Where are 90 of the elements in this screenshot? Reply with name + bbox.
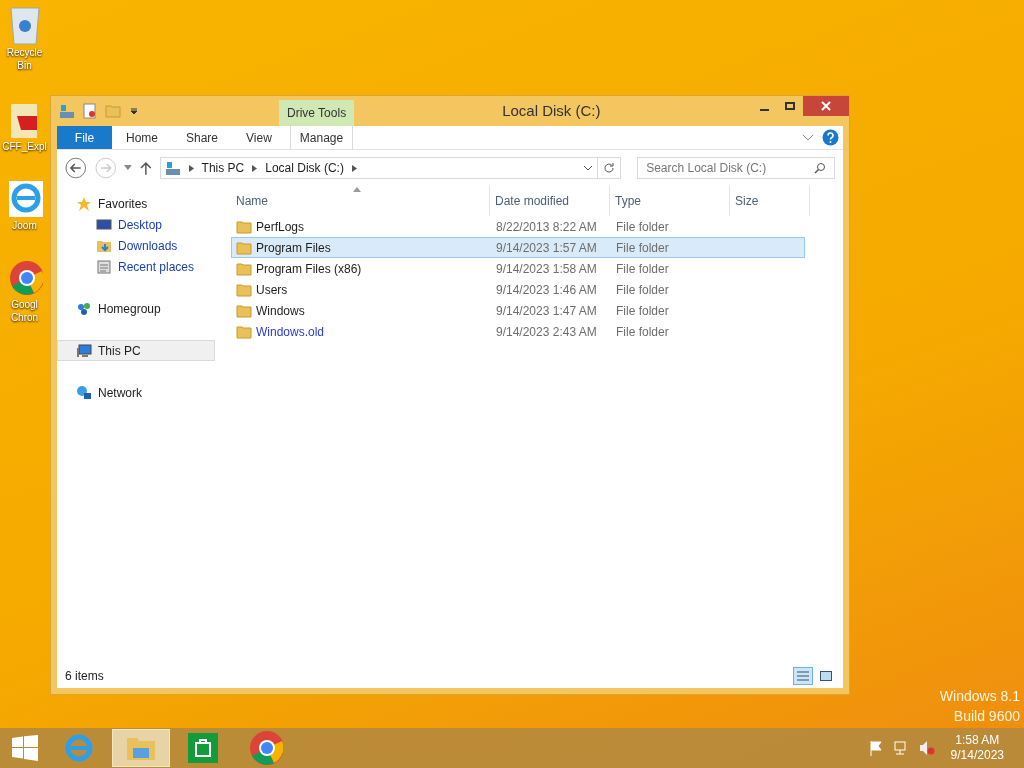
- chevron-right-icon[interactable]: [188, 164, 194, 172]
- document-icon: [96, 258, 112, 275]
- file-row[interactable]: Program Files 9/14/2023 1:57 AM File folder: [231, 237, 805, 258]
- file-type: File folder: [615, 323, 670, 341]
- file-type: File folder: [615, 302, 670, 320]
- chrome-icon: [247, 728, 283, 768]
- column-header[interactable]: Type: [610, 186, 730, 216]
- file-name: PerfLogs: [256, 218, 305, 236]
- back-icon[interactable]: [65, 157, 87, 179]
- file-type: File folder: [615, 281, 670, 299]
- chevron-right-icon[interactable]: [351, 164, 357, 172]
- windows-logo-icon: [12, 735, 38, 761]
- ribbon-tab[interactable]: Manage: [289, 126, 354, 149]
- file-type: File folder: [615, 260, 670, 278]
- caret-icon[interactable]: [124, 165, 132, 171]
- file-type: File folder: [615, 239, 670, 257]
- file-name: Users: [256, 281, 288, 299]
- network-icon[interactable]: [892, 740, 909, 756]
- file-name: Program Files: [256, 239, 331, 257]
- chevron-right-icon[interactable]: [252, 164, 258, 172]
- column-header[interactable]: Size: [730, 186, 810, 216]
- refresh-icon: [602, 162, 615, 174]
- network-icon: [76, 384, 92, 401]
- nav-item[interactable]: Desktop: [57, 214, 215, 235]
- date-modified: 9/14/2023 1:58 AM: [495, 260, 598, 278]
- breadcrumb[interactable]: This PC: [201, 159, 245, 177]
- address-bar[interactable]: This PC Local Disk (C:): [159, 157, 598, 179]
- os-watermark: Build 9600: [953, 707, 1020, 726]
- muted-speaker-icon[interactable]: [918, 740, 935, 756]
- nav-item[interactable]: Downloads: [57, 235, 215, 256]
- help-icon[interactable]: [822, 129, 839, 146]
- close-button[interactable]: [803, 96, 849, 116]
- file-row[interactable]: Windows.old 9/14/2023 2:43 AM File folder: [231, 321, 805, 342]
- ribbon-tab[interactable]: Home: [112, 126, 172, 149]
- chevron-down-icon[interactable]: [582, 165, 593, 171]
- file-row[interactable]: Windows 9/14/2023 1:47 AM File folder: [231, 300, 805, 321]
- nav-item[interactable]: Recent places: [57, 256, 215, 277]
- status-text: 6 items: [65, 668, 104, 685]
- flag-icon[interactable]: [868, 740, 883, 756]
- nav-item[interactable]: Network: [57, 382, 215, 403]
- context-tab-group: Drive Tools: [279, 100, 355, 126]
- sort-arrow-icon: [353, 187, 361, 192]
- date-modified: 9/14/2023 1:46 AM: [495, 281, 598, 299]
- file-row[interactable]: Users 9/14/2023 1:46 AM File folder: [231, 279, 805, 300]
- star-icon: [76, 195, 92, 212]
- os-watermark: Windows 8.1: [939, 687, 1020, 706]
- folder-icon: [236, 324, 252, 339]
- folder-icon: [105, 104, 121, 118]
- column-header[interactable]: Date modified: [490, 186, 610, 216]
- file-name: Program Files (x86): [256, 260, 362, 278]
- nav-item[interactable]: Homegroup: [57, 298, 215, 319]
- up-arrow-icon[interactable]: [139, 161, 152, 175]
- image-icon: [820, 671, 832, 681]
- homegroup-icon: [76, 300, 92, 317]
- breadcrumb[interactable]: Local Disk (C:): [265, 159, 344, 177]
- computer-icon: [76, 342, 92, 359]
- folder-icon: [236, 261, 252, 276]
- file-row[interactable]: PerfLogs 8/22/2013 8:22 AM File folder: [231, 216, 805, 237]
- ribbon-tab[interactable]: View: [232, 126, 286, 149]
- ribbon-tab[interactable]: File: [57, 126, 112, 149]
- dropdown-icon[interactable]: [129, 106, 139, 116]
- trash-bin-icon: [7, 4, 42, 46]
- file-name: Windows.old: [256, 323, 325, 341]
- date-modified: 9/14/2023 1:57 AM: [495, 239, 598, 257]
- close-icon: [821, 101, 831, 111]
- date-modified: 9/14/2023 2:43 AM: [495, 323, 598, 341]
- nav-item[interactable]: This PC: [57, 340, 215, 361]
- taskbar-app[interactable]: [112, 729, 170, 767]
- search-field[interactable]: Search Local Disk (C:): [637, 157, 835, 179]
- nav-item[interactable]: Favorites: [57, 193, 215, 214]
- window-title: Local Disk (C:): [502, 100, 601, 121]
- monitor-icon: [96, 217, 112, 232]
- drive-icon: [164, 160, 181, 176]
- file-row[interactable]: Program Files (x86) 9/14/2023 1:58 AM File folder: [231, 258, 805, 279]
- browser-icon: [6, 179, 43, 219]
- date-modified: 8/22/2013 8:22 AM: [495, 218, 598, 236]
- folder-icon: [236, 219, 252, 234]
- properties-icon[interactable]: [83, 103, 97, 119]
- search-icon: [814, 162, 826, 174]
- list-icon: [797, 671, 809, 681]
- date-modified: 9/14/2023 1:47 AM: [495, 302, 598, 320]
- folder-icon: [236, 240, 252, 255]
- drive-icon[interactable]: [59, 103, 75, 119]
- chevron-down-icon[interactable]: [802, 133, 814, 142]
- shopping-bag-icon[interactable]: [188, 733, 218, 763]
- folder-icon: [236, 303, 252, 318]
- folder-icon: [236, 282, 252, 297]
- file-type: File folder: [615, 218, 670, 236]
- file-name: Windows: [256, 302, 305, 320]
- ribbon-tab[interactable]: Share: [172, 126, 233, 149]
